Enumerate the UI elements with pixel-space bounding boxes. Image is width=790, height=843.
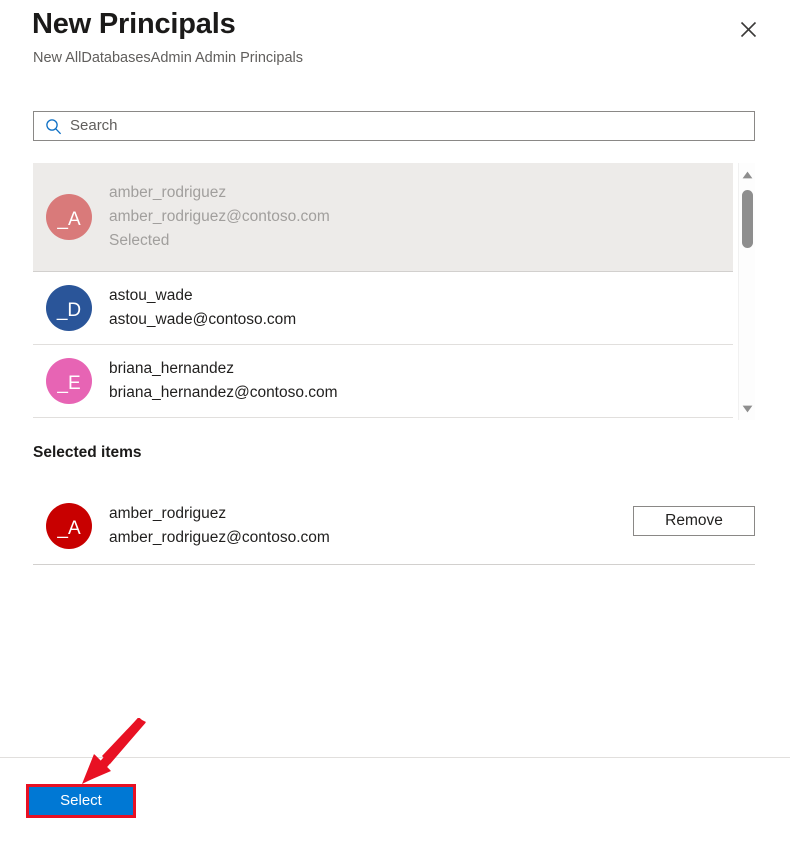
chevron-down-icon: [742, 400, 753, 418]
avatar-initials: _E: [57, 372, 81, 394]
selected-item-email: amber_rodriguez@contoso.com: [109, 529, 330, 546]
footer-divider: [0, 757, 790, 758]
result-name: briana_hernandez: [109, 360, 234, 378]
result-row-text: briana_hernandez briana_hernandez@contos…: [109, 360, 338, 402]
search-input[interactable]: [68, 113, 754, 139]
close-icon: [740, 21, 757, 38]
annotation-arrow-icon: [82, 718, 146, 784]
result-email: astou_wade@contoso.com: [109, 311, 297, 328]
results-area: _A amber_rodriguez amber_rodriguez@conto…: [33, 163, 755, 420]
results-scrollbar[interactable]: [738, 163, 755, 420]
selected-item-row: _A amber_rodriguez amber_rodriguez@conto…: [33, 488, 755, 565]
result-row-amber-rodriguez[interactable]: _A amber_rodriguez amber_rodriguez@conto…: [33, 163, 733, 272]
avatar-initials: _D: [56, 299, 82, 321]
result-name: amber_rodriguez: [109, 184, 227, 202]
avatar: _A: [46, 503, 92, 549]
selected-items-heading: Selected items: [33, 444, 142, 461]
selected-item-text: amber_rodriguez amber_rodriguez@contoso.…: [109, 505, 330, 547]
result-row-text: astou_wade astou_wade@contoso.com: [109, 287, 296, 329]
avatar: _D: [46, 285, 92, 331]
scrollbar-thumb[interactable]: [742, 190, 753, 248]
scrollbar-down-button[interactable]: [739, 400, 756, 417]
dialog-header: New Principals New AllDatabasesAdmin Adm…: [0, 0, 790, 92]
avatar: _E: [46, 358, 92, 404]
page-title: New Principals: [32, 8, 236, 40]
result-state: Selected: [109, 231, 170, 249]
avatar-initials: _A: [57, 517, 81, 539]
chevron-up-icon: [742, 166, 753, 184]
search-box[interactable]: [33, 111, 755, 141]
page-subtitle: New AllDatabasesAdmin Admin Principals: [33, 50, 303, 66]
result-name: astou_wade: [109, 287, 193, 305]
result-row-astou-wade[interactable]: _D astou_wade astou_wade@contoso.com: [33, 272, 733, 345]
selected-item-name: amber_rodriguez: [109, 505, 227, 523]
avatar: _A: [46, 194, 92, 240]
result-row-briana-hernandez[interactable]: _E briana_hernandez briana_hernandez@con…: [33, 345, 733, 418]
scrollbar-up-button[interactable]: [739, 166, 756, 183]
search-icon: [38, 112, 68, 140]
result-row-text: amber_rodriguez amber_rodriguez@contoso.…: [109, 184, 330, 249]
results-list[interactable]: _A amber_rodriguez amber_rodriguez@conto…: [33, 163, 733, 420]
result-email: amber_rodriguez@contoso.com: [109, 208, 330, 226]
remove-button[interactable]: Remove: [633, 506, 755, 536]
result-email: briana_hernandez@contoso.com: [109, 384, 338, 401]
close-button[interactable]: [732, 13, 764, 45]
avatar-initials: _A: [57, 208, 81, 230]
select-button[interactable]: Select: [29, 787, 133, 815]
